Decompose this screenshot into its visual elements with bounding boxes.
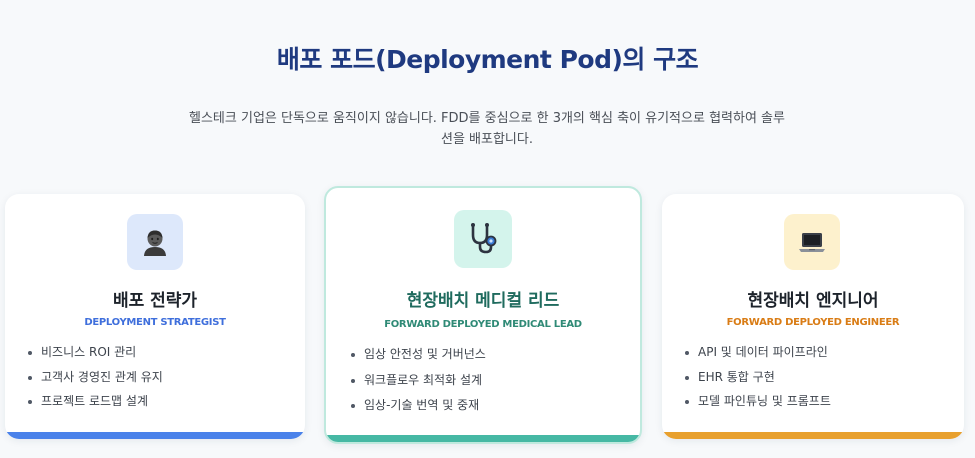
card-points-list: API 및 데이터 파이프라인 EHR 통합 구현 모델 파인튜닝 및 프롬프트 xyxy=(684,344,831,418)
list-item: 워크플로우 최적화 설계 xyxy=(350,372,486,398)
page-title: 배포 포드(Deployment Pod)의 구조 xyxy=(276,45,699,74)
card-role-label: DEPLOYMENT STRATEGIST xyxy=(84,317,226,328)
card-accent-bar xyxy=(326,435,640,442)
card-forward-engineer: 현장배치 엔지니어 FORWARD DEPLOYED ENGINEER API … xyxy=(662,194,964,439)
card-medical-lead: 현장배치 메디컬 리드 FORWARD DEPLOYED MEDICAL LEA… xyxy=(324,186,642,444)
card-accent-bar xyxy=(5,432,305,439)
person-icon xyxy=(144,230,166,256)
card-accent-bar xyxy=(662,432,964,439)
list-item: 비즈니스 ROI 관리 xyxy=(27,344,163,369)
list-item: API 및 데이터 파이프라인 xyxy=(684,344,831,369)
list-item: EHR 통합 구현 xyxy=(684,369,831,394)
laptop-icon xyxy=(799,233,825,252)
list-item: 프로젝트 로드맵 설계 xyxy=(27,393,163,418)
card-icon-box xyxy=(784,214,840,270)
stethoscope-icon xyxy=(471,223,497,254)
card-role-label: FORWARD DEPLOYED MEDICAL LEAD xyxy=(384,319,582,330)
card-icon-box xyxy=(127,214,183,270)
card-title: 현장배치 엔지니어 xyxy=(747,291,879,311)
page-subtitle: 헬스테크 기업은 단독으로 움직이지 않습니다. FDD를 중심으로 한 3개의… xyxy=(189,111,785,147)
card-points-list: 비즈니스 ROI 관리 고객사 경영진 관계 유지 프로젝트 로드맵 설계 xyxy=(27,344,163,418)
card-title: 배포 전략가 xyxy=(112,291,198,311)
list-item: 임상-기술 번역 및 중재 xyxy=(350,397,486,423)
card-icon-box xyxy=(454,210,512,268)
card-role-label: FORWARD DEPLOYED ENGINEER xyxy=(726,317,900,328)
list-item: 고객사 경영진 관계 유지 xyxy=(27,369,163,394)
list-item: 모델 파인튜닝 및 프롬프트 xyxy=(684,393,831,418)
list-item: 임상 안전성 및 거버넌스 xyxy=(350,346,486,372)
card-points-list: 임상 안전성 및 거버넌스 워크플로우 최적화 설계 임상-기술 번역 및 중재 xyxy=(350,346,486,423)
card-title: 현장배치 메디컬 리드 xyxy=(406,291,560,311)
card-deployment-strategist: 배포 전략가 DEPLOYMENT STRATEGIST 비즈니스 ROI 관리… xyxy=(5,194,305,439)
